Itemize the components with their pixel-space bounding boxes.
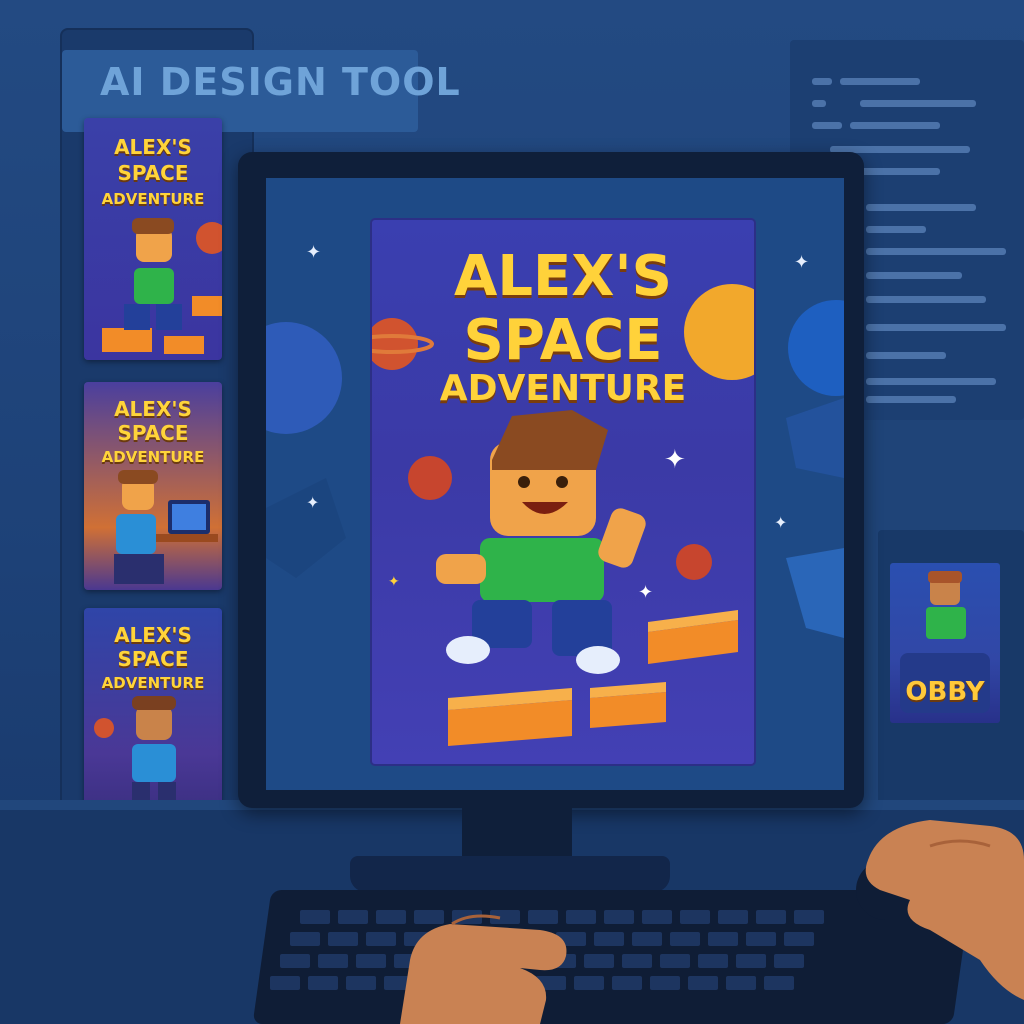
design-thumbnail-2[interactable]: ALEX'S SPACE ADVENTURE bbox=[84, 382, 222, 590]
code-line bbox=[866, 324, 1006, 331]
code-line bbox=[812, 78, 832, 85]
code-line bbox=[866, 352, 946, 359]
svg-text:✦: ✦ bbox=[774, 513, 787, 532]
brick-block bbox=[590, 682, 666, 728]
app-title: AI DESIGN TOOL bbox=[100, 60, 461, 104]
brick-block bbox=[648, 610, 738, 664]
poster-title-line1: ALEX'S bbox=[454, 244, 672, 309]
poster-title-line3: ADVENTURE bbox=[439, 368, 687, 409]
code-line bbox=[812, 122, 842, 129]
code-line bbox=[812, 100, 826, 107]
mouse[interactable] bbox=[856, 860, 976, 920]
code-line bbox=[866, 204, 976, 211]
code-line bbox=[866, 378, 996, 385]
svg-text:✦: ✦ bbox=[794, 252, 809, 273]
thumbnail-art bbox=[114, 470, 218, 584]
design-thumbnail-1[interactable]: ALEX'S SPACE ADVENTURE bbox=[84, 118, 222, 360]
svg-text:✦: ✦ bbox=[306, 493, 319, 512]
code-line bbox=[850, 122, 940, 129]
design-thumbnail-3[interactable]: ALEX'S SPACE ADVENTURE bbox=[84, 608, 222, 816]
code-line bbox=[866, 296, 986, 303]
character-figure bbox=[436, 410, 646, 674]
poster-preview[interactable]: ✦ ✦ ✦ ALEX'S SPACE ADVENTURE bbox=[372, 220, 754, 764]
svg-text:✦: ✦ bbox=[388, 574, 400, 590]
svg-text:✦: ✦ bbox=[638, 582, 653, 603]
svg-text:✦: ✦ bbox=[306, 242, 321, 263]
poster-title-line2: SPACE bbox=[463, 308, 663, 373]
svg-text:✦: ✦ bbox=[664, 445, 686, 475]
obby-label: OBBY bbox=[905, 677, 985, 707]
code-line bbox=[866, 396, 956, 403]
thumbnail-art bbox=[94, 696, 176, 812]
brick-block bbox=[448, 688, 572, 746]
monitor-base bbox=[350, 856, 670, 892]
code-line bbox=[860, 100, 976, 107]
code-line bbox=[840, 78, 920, 85]
code-line bbox=[866, 272, 962, 279]
code-line bbox=[866, 248, 1006, 255]
thumbnail-art bbox=[102, 218, 222, 354]
obby-card[interactable]: OBBY bbox=[890, 563, 1000, 723]
code-line bbox=[866, 226, 926, 233]
